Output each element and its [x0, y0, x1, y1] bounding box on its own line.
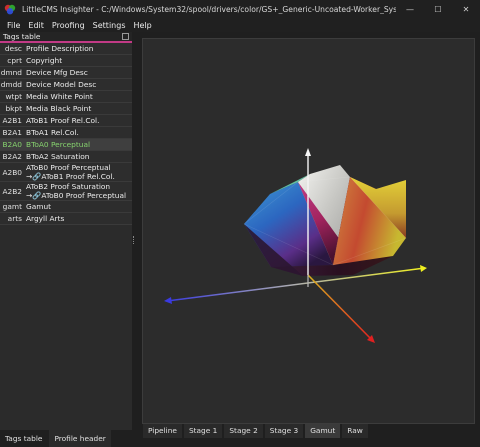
- tab-stage-3[interactable]: Stage 3: [264, 424, 304, 438]
- menu-proofing[interactable]: Proofing: [48, 21, 89, 30]
- tags-panel-title: Tags table: [3, 32, 41, 41]
- tag-description: AToB0 Proof Perceptual →🔗AToB1 Proof Rel.…: [24, 163, 115, 181]
- app-icon: [4, 4, 16, 15]
- tag-signature: dmdd: [0, 80, 22, 89]
- menu-settings[interactable]: Settings: [89, 21, 130, 30]
- tag-link-line: →🔗AToB0 Proof Perceptual: [26, 191, 127, 200]
- tag-row-bkpt[interactable]: bkpt Media Black Point: [0, 103, 132, 115]
- tab-tags-table[interactable]: Tags table: [0, 430, 48, 447]
- tag-description: BToA2 Saturation: [26, 152, 90, 161]
- gamut-3d-view[interactable]: [142, 38, 475, 424]
- title-bar: LittleCMS Insighter - C:/Windows/System3…: [0, 0, 480, 18]
- menu-bar: File Edit Proofing Settings Help: [0, 18, 480, 32]
- axis-z-line: [307, 274, 374, 342]
- tag-description: Device Mfg Desc: [26, 68, 88, 77]
- tag-signature: B2A1: [2, 128, 22, 137]
- close-icon: ✕: [462, 4, 470, 14]
- tag-description: AToB2 Proof Saturation →🔗AToB0 Proof Perc…: [24, 182, 126, 200]
- tag-signature: wtpt: [5, 92, 22, 101]
- tag-row-cprt[interactable]: cprt Copyright: [0, 55, 132, 67]
- tag-signature: bkpt: [5, 104, 22, 113]
- axis-x-pos-arrowhead: [420, 265, 427, 272]
- tag-row-dmnd[interactable]: dmnd Device Mfg Desc: [0, 67, 132, 79]
- tag-description: Copyright: [26, 56, 63, 65]
- tag-signature: B2A0: [2, 140, 22, 149]
- tag-link-line: →🔗AToB1 Proof Rel.Col.: [26, 172, 115, 181]
- tags-panel: Tags table desc Profile Description cprt C…: [0, 32, 132, 430]
- tag-description-line: AToB0 Proof Perceptual: [26, 163, 111, 172]
- tag-signature: arts: [7, 214, 22, 223]
- tag-description: Gamut: [26, 202, 52, 211]
- tag-signature: dmnd: [0, 68, 22, 77]
- tag-row-b2a0[interactable]: B2A0 BToA0 Perceptual: [0, 139, 132, 151]
- float-panel-icon[interactable]: [122, 33, 129, 40]
- tab-pipeline[interactable]: Pipeline: [143, 424, 182, 438]
- menu-edit[interactable]: Edit: [24, 21, 48, 30]
- tag-row-a2b2[interactable]: A2B2 AToB2 Proof Saturation →🔗AToB0 Proof …: [0, 182, 132, 201]
- axis-y-arrowhead: [305, 148, 311, 156]
- tag-signature: B2A2: [2, 152, 22, 161]
- tab-gamut[interactable]: Gamut: [305, 424, 341, 438]
- tags-panel-header: Tags table: [0, 32, 132, 41]
- tag-row-a2b1[interactable]: A2B1 AToB1 Proof Rel.Col.: [0, 115, 132, 127]
- close-button[interactable]: ✕: [452, 0, 480, 18]
- window-title: LittleCMS Insighter - C:/Windows/System3…: [22, 4, 396, 14]
- tag-row-dmdd[interactable]: dmdd Device Model Desc: [0, 79, 132, 91]
- gamut-plot[interactable]: [143, 39, 475, 424]
- maximize-icon: ☐: [434, 4, 442, 14]
- tag-row-wtpt[interactable]: wtpt Media White Point: [0, 91, 132, 103]
- tag-description: Media White Point: [26, 92, 93, 101]
- tag-row-a2b0[interactable]: A2B0 AToB0 Proof Perceptual →🔗AToB1 Proof …: [0, 163, 132, 182]
- tag-signature: cprt: [7, 56, 22, 65]
- axis-x-neg-arrowhead: [164, 297, 172, 304]
- tag-signature: desc: [4, 44, 22, 53]
- tag-row-b2a2[interactable]: B2A2 BToA2 Saturation: [0, 151, 132, 163]
- tab-profile-header[interactable]: Profile header: [49, 430, 111, 447]
- tag-row-desc[interactable]: desc Profile Description: [0, 43, 132, 55]
- tag-signature: gamt: [2, 202, 22, 211]
- maximize-button[interactable]: ☐: [424, 0, 452, 18]
- tag-row-gamt[interactable]: gamt Gamut: [0, 201, 132, 213]
- tag-description: Device Model Desc: [26, 80, 97, 89]
- menu-file[interactable]: File: [3, 21, 24, 30]
- tab-stage-1[interactable]: Stage 1: [183, 424, 223, 438]
- tag-description: Profile Description: [26, 44, 94, 53]
- tag-description: BToA1 Rel.Col.: [26, 128, 79, 137]
- panel-splitter-handle[interactable]: [133, 236, 135, 244]
- left-dock-tabs: Tags table Profile header: [0, 430, 140, 447]
- stage-tabs: Pipeline Stage 1 Stage 2 Stage 3 Gamut R…: [143, 424, 370, 438]
- minimize-button[interactable]: —: [396, 0, 424, 18]
- tag-row-arts[interactable]: arts Argyll Arts: [0, 213, 132, 225]
- tag-row-b2a1[interactable]: B2A1 BToA1 Rel.Col.: [0, 127, 132, 139]
- tab-stage-2[interactable]: Stage 2: [224, 424, 263, 438]
- menu-help[interactable]: Help: [129, 21, 155, 30]
- minimize-icon: —: [406, 4, 414, 14]
- tag-signature: A2B1: [2, 116, 22, 125]
- tag-description-line: AToB2 Proof Saturation: [26, 182, 111, 191]
- tag-signature: A2B0: [2, 167, 22, 177]
- tag-description: BToA0 Perceptual: [26, 140, 91, 149]
- tag-description: Media Black Point: [26, 104, 92, 113]
- tag-signature: A2B2: [2, 186, 22, 196]
- tag-description: AToB1 Proof Rel.Col.: [26, 116, 100, 125]
- gamut-solid: [243, 165, 407, 276]
- tag-description: Argyll Arts: [26, 214, 65, 223]
- tab-raw[interactable]: Raw: [342, 424, 368, 438]
